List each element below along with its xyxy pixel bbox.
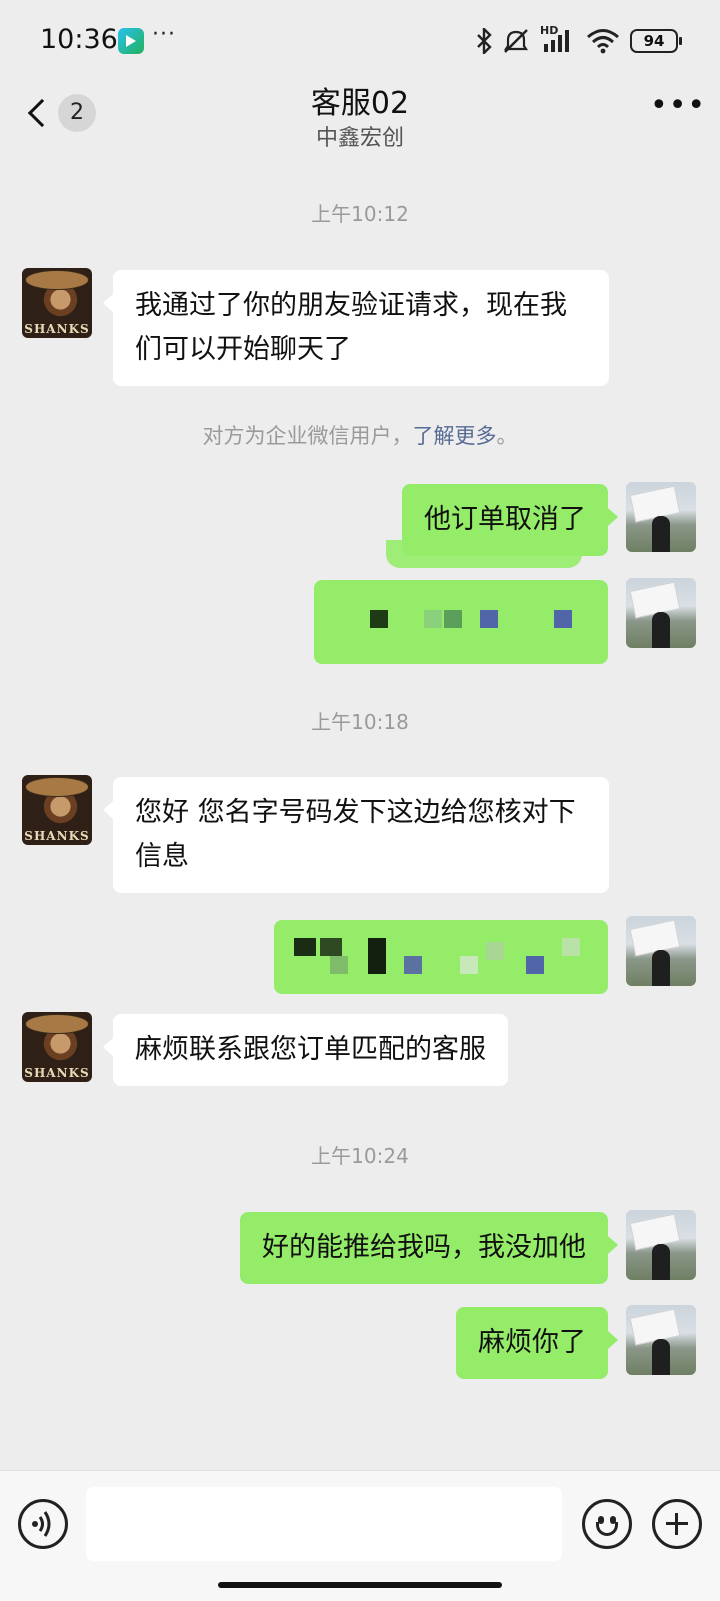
redacted-block <box>554 610 572 628</box>
more-options-button[interactable]: ••• <box>650 91 705 126</box>
self-avatar[interactable] <box>626 482 696 552</box>
message-bubble-incoming[interactable]: 麻烦联系跟您订单匹配的客服 <box>103 1014 508 1086</box>
system-note-tail: 。 <box>496 424 518 448</box>
emoji-button[interactable] <box>582 1499 632 1549</box>
system-note: 对方为企业微信用户，了解更多。 <box>0 420 720 450</box>
home-indicator[interactable] <box>218 1582 502 1588</box>
mute-icon <box>503 29 529 53</box>
system-note-text: 对方为企业微信用户， <box>202 424 413 448</box>
redacted-block <box>460 956 478 974</box>
signal-icon: HD <box>540 24 576 54</box>
message-input[interactable] <box>86 1487 562 1561</box>
chat-subtitle: 中鑫宏创 <box>315 126 404 151</box>
learn-more-link[interactable]: 了解更多 <box>413 424 497 448</box>
redacted-block <box>424 610 442 628</box>
chat-header: 2 客服02 中鑫宏创 ••• <box>0 70 720 160</box>
redacted-block <box>526 956 544 974</box>
message-timestamp: 上午10:18 <box>311 710 409 734</box>
contact-avatar[interactable] <box>22 1012 92 1082</box>
status-time: 10:36 <box>40 24 118 55</box>
emoji-icon-mouth <box>596 1522 618 1536</box>
redacted-block <box>480 610 498 628</box>
bluetooth-icon <box>477 28 492 54</box>
video-app-icon <box>118 28 144 54</box>
battery-indicator: 94 <box>630 29 682 53</box>
redaction-scribble <box>386 540 582 568</box>
redacted-block <box>444 610 462 628</box>
redacted-block <box>486 942 504 960</box>
message-bubble-incoming[interactable]: 我通过了你的朋友验证请求，现在我们可以开始聊天了 <box>103 270 609 386</box>
redacted-block <box>330 956 348 974</box>
contact-avatar[interactable] <box>22 775 92 845</box>
contact-avatar[interactable] <box>22 268 92 338</box>
voice-icon <box>32 1511 51 1537</box>
status-indicators: HD 94 <box>476 24 682 54</box>
message-bubble-incoming[interactable]: 您好 您名字号码发下这边给您核对下信息 <box>103 777 609 893</box>
redacted-block <box>404 956 422 974</box>
self-avatar[interactable] <box>626 1305 696 1375</box>
message-timestamp: 上午10:24 <box>311 1144 409 1168</box>
message-timestamp: 上午10:12 <box>311 202 409 226</box>
more-functions-button[interactable] <box>652 1499 702 1549</box>
self-avatar[interactable] <box>626 1210 696 1280</box>
wifi-icon <box>587 29 619 54</box>
message-bubble-outgoing-redacted[interactable] <box>274 920 608 994</box>
message-bubble-outgoing-redacted[interactable] <box>314 580 608 664</box>
chat-title: 客服02 <box>310 86 410 121</box>
more-notifications-icon: ··· <box>152 22 176 47</box>
more-horizontal-icon: ••• <box>650 88 707 123</box>
redacted-block <box>562 938 580 956</box>
redacted-block <box>320 938 342 956</box>
redacted-block <box>294 938 316 956</box>
message-bubble-outgoing[interactable]: 好的能推给我吗，我没加他 <box>240 1212 618 1284</box>
redacted-block <box>368 938 386 974</box>
self-avatar[interactable] <box>626 916 696 986</box>
voice-input-button[interactable] <box>18 1499 68 1549</box>
message-bubble-outgoing[interactable]: 麻烦你了 <box>456 1307 618 1379</box>
self-avatar[interactable] <box>626 578 696 648</box>
redacted-block <box>370 610 388 628</box>
